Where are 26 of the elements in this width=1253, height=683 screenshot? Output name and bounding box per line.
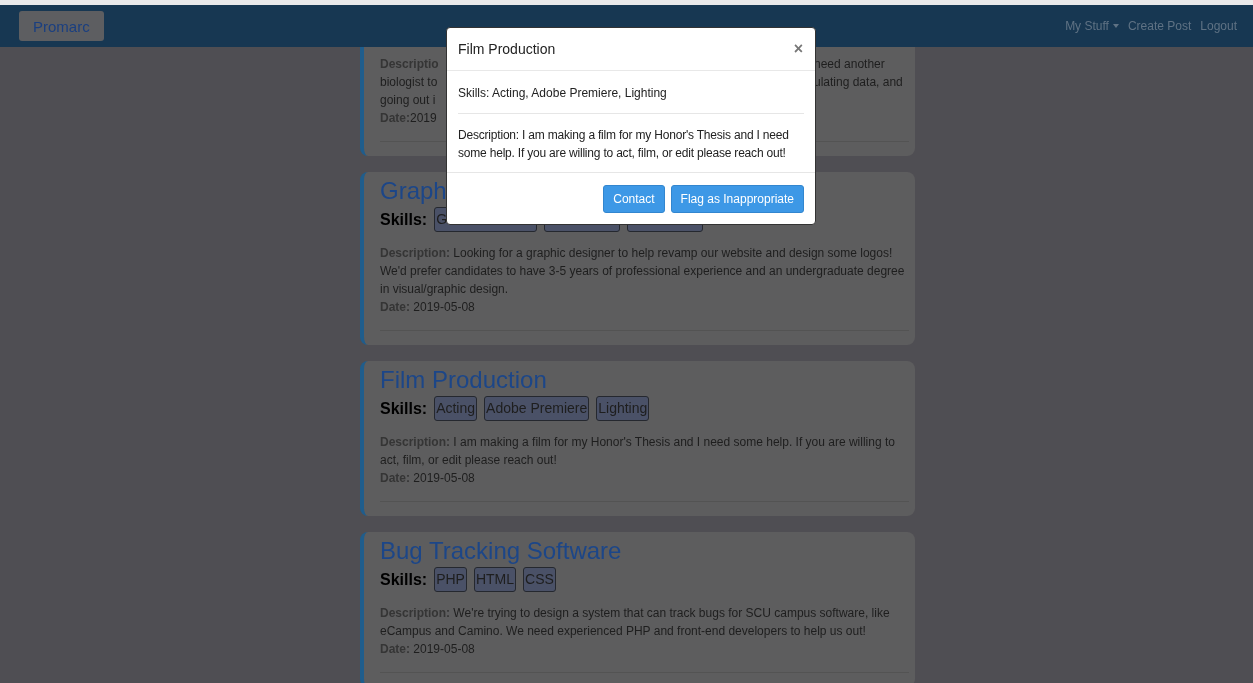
brand-button[interactable]: Promarc — [19, 11, 104, 41]
skills-text: Skills: Acting, Adobe Premiere, Lighting — [458, 85, 668, 102]
date-value: 2019-05-08 — [412, 471, 475, 485]
skills-label: Skills: — [380, 399, 428, 418]
modal-button[interactable]: Flag as Inappropriate — [670, 185, 804, 213]
skill-tag: Acting — [434, 396, 478, 421]
post-title[interactable]: Film Production — [380, 365, 909, 395]
close-button[interactable]: × — [793, 40, 803, 58]
skill-tag: Lighting — [596, 396, 650, 421]
modal-button[interactable]: Contact — [603, 185, 665, 213]
nav-link[interactable]: Logout — [1200, 19, 1237, 33]
modal-title: Film Production — [458, 41, 556, 57]
skill-tag: CSS — [523, 567, 556, 592]
date-value: 2019-05-08 — [412, 300, 475, 314]
date-value: 2019 — [410, 111, 437, 125]
post-title[interactable]: Bug Tracking Software — [380, 536, 909, 566]
description-text: Description: I am making a film for my Honor's Thesis and I need some help. If you are willing to act, film, or edit please reach out! — [458, 127, 790, 162]
description-text: biologist to — [380, 74, 438, 91]
skills-label: Skills: — [380, 210, 428, 229]
nav-link[interactable]: Create Post — [1127, 19, 1192, 33]
skill-tag: Adobe Premiere — [484, 396, 590, 421]
nav-link[interactable]: My Stuff — [1065, 19, 1119, 33]
skill-tag: HTML — [473, 567, 517, 592]
date-value: 2019-05-08 — [412, 642, 475, 656]
skills-label: Skills: — [380, 570, 428, 589]
skill-tag: PHP — [434, 567, 467, 592]
